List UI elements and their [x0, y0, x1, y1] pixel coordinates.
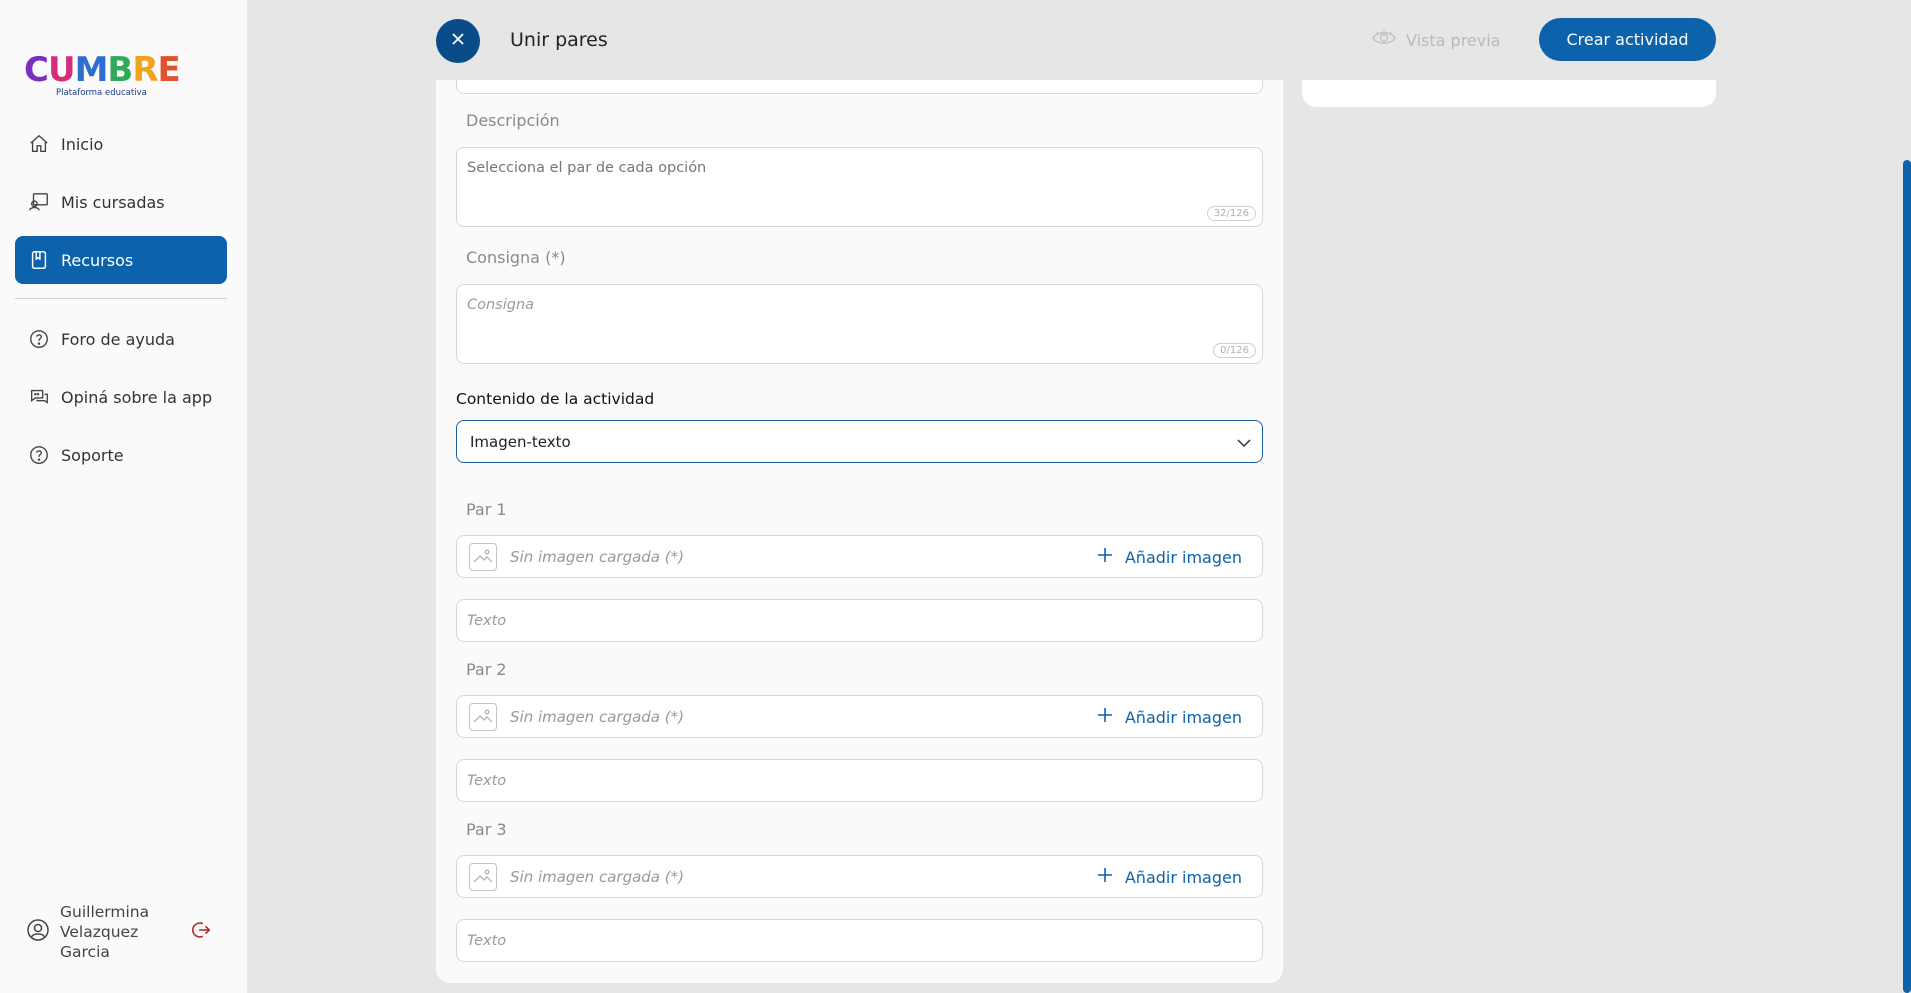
logo-letter: M — [74, 50, 109, 90]
pair-3-image-field: Sin imagen cargada (*) Añadir imagen — [456, 855, 1263, 898]
book-icon — [28, 249, 50, 271]
description-field[interactable]: Selecciona el par de cada opción 32/126 — [456, 147, 1263, 227]
pair-1-image-field: Sin imagen cargada (*) Añadir imagen — [456, 535, 1263, 578]
home-icon — [28, 133, 50, 155]
sidebar-item-opina-sobre-la-app[interactable]: Opiná sobre la app — [15, 373, 227, 421]
sidebar-item-label: Mis cursadas — [61, 192, 165, 212]
pair-1-label: Par 1 — [466, 500, 507, 519]
user-icon — [26, 918, 50, 946]
logo-wordmark: C U M B R E — [24, 50, 184, 90]
instruction-field[interactable]: Consigna 0/126 — [456, 284, 1263, 364]
pair-2-image-placeholder: Sin imagen cargada (*) — [510, 707, 684, 726]
courses-icon — [28, 191, 50, 213]
eye-icon — [1372, 29, 1396, 51]
logo-letter: C — [24, 50, 49, 90]
description-label: Descripción — [466, 111, 560, 130]
logout-icon[interactable] — [190, 919, 212, 945]
sidebar-item-inicio[interactable]: Inicio — [15, 120, 227, 168]
cumbre-logo[interactable]: C U M B R E Plataforma educativa — [24, 50, 184, 102]
pair-3-label: Par 3 — [466, 820, 507, 839]
page-title: Unir pares — [510, 29, 608, 51]
close-icon — [450, 31, 466, 51]
sidebar-item-mis-cursadas[interactable]: Mis cursadas — [15, 178, 227, 226]
sidebar-item-label: Soporte — [61, 445, 124, 465]
scrollbar[interactable] — [1903, 160, 1911, 993]
sidebar-item-foro-de-ayuda[interactable]: Foro de ayuda — [15, 315, 227, 363]
sidebar-item-label: Opiná sobre la app — [61, 387, 213, 407]
top-bar: Unir pares Vista previa Crear actividad — [247, 0, 1903, 80]
plus-icon — [1097, 867, 1113, 887]
chat-icon — [28, 386, 50, 408]
description-counter: 32/126 — [1206, 206, 1256, 221]
sidebar-item-recursos[interactable]: Recursos — [15, 236, 227, 284]
sidebar: C U M B R E Plataforma educativa Inicio … — [0, 0, 247, 993]
pair-3-text-placeholder: Texto — [467, 932, 507, 949]
close-button[interactable] — [436, 19, 480, 63]
pair-2-label: Par 2 — [466, 660, 507, 679]
chevron-down-icon — [1236, 435, 1252, 455]
pair-3-text-input[interactable]: Texto — [456, 919, 1263, 962]
sidebar-divider — [15, 298, 227, 299]
preview-label: Vista previa — [1406, 30, 1501, 50]
user-profile: Guillermina Velazquez Garcia — [26, 902, 226, 962]
content-type-value: Imagen-texto — [470, 432, 571, 451]
logo-letter: B — [107, 50, 133, 90]
pair-2-text-placeholder: Texto — [467, 772, 507, 789]
content-label: Contenido de la actividad — [456, 390, 655, 408]
instruction-label: Consigna (*) — [466, 248, 566, 267]
add-image-label: Añadir imagen — [1124, 867, 1242, 887]
pair-3-image-placeholder: Sin imagen cargada (*) — [510, 867, 684, 886]
pair-1-text-input[interactable]: Texto — [456, 599, 1263, 642]
logo-letter: R — [132, 50, 158, 90]
instruction-counter: 0/126 — [1213, 343, 1256, 358]
pair-3-add-image-button[interactable]: Añadir imagen — [1097, 867, 1242, 887]
sidebar-item-label: Foro de ayuda — [61, 329, 175, 349]
activity-form: Descripción Selecciona el par de cada op… — [436, 68, 1283, 983]
plus-icon — [1097, 547, 1113, 567]
description-value: Selecciona el par de cada opción — [467, 160, 707, 176]
sidebar-item-label: Inicio — [61, 134, 104, 154]
instruction-placeholder: Consigna — [467, 297, 535, 313]
create-activity-button[interactable]: Crear actividad — [1539, 18, 1716, 61]
pair-1-add-image-button[interactable]: Añadir imagen — [1097, 547, 1242, 567]
image-icon — [469, 542, 497, 571]
help-icon — [28, 444, 50, 466]
logo-letter: U — [47, 50, 76, 90]
image-icon — [469, 862, 497, 891]
content-type-select[interactable]: Imagen-texto — [456, 420, 1263, 463]
help-icon — [28, 328, 50, 350]
pair-2-text-input[interactable]: Texto — [456, 759, 1263, 802]
logo-letter: E — [157, 50, 181, 90]
add-image-label: Añadir imagen — [1124, 547, 1242, 567]
preview-button[interactable]: Vista previa — [1372, 29, 1500, 51]
user-name: Guillermina Velazquez Garcia — [60, 903, 150, 961]
plus-icon — [1097, 707, 1113, 727]
image-icon — [469, 702, 497, 731]
pair-2-image-field: Sin imagen cargada (*) Añadir imagen — [456, 695, 1263, 738]
add-image-label: Añadir imagen — [1124, 707, 1242, 727]
pair-1-image-placeholder: Sin imagen cargada (*) — [510, 547, 684, 566]
pair-2-add-image-button[interactable]: Añadir imagen — [1097, 707, 1242, 727]
sidebar-item-label: Recursos — [61, 250, 134, 270]
pair-1-text-placeholder: Texto — [467, 612, 507, 629]
sidebar-item-soporte[interactable]: Soporte — [15, 431, 227, 479]
